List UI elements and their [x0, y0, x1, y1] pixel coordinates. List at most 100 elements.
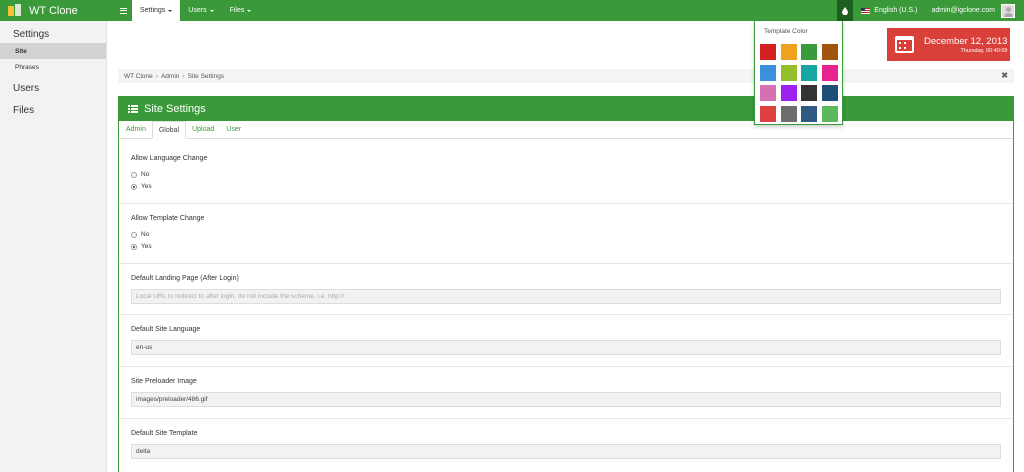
template-color-button[interactable]	[837, 0, 854, 21]
radio-label: Yes	[141, 183, 152, 190]
sidebar-section-files[interactable]: Files	[0, 97, 106, 119]
nav-users-label: Users	[188, 7, 207, 14]
sidebar-section-users[interactable]: Users	[0, 75, 106, 97]
current-date: December 12, 2013	[924, 35, 1008, 47]
radio-option-no[interactable]: No	[131, 171, 1001, 178]
field-label: Allow Template Change	[131, 215, 205, 222]
tab-global[interactable]: Global	[151, 121, 187, 139]
color-swatch[interactable]	[801, 64, 817, 81]
app-logo-icon	[8, 4, 22, 17]
close-icon[interactable]: ✖	[1001, 71, 1008, 80]
field-label: Allow Language Change	[131, 155, 208, 162]
radio-button[interactable]	[131, 183, 137, 190]
breadcrumb: WT Clone › Admin › Site Settings ✖	[118, 69, 1014, 83]
color-swatch[interactable]	[780, 105, 797, 122]
caret-down-icon	[247, 9, 252, 12]
color-swatch[interactable]	[760, 105, 776, 122]
color-swatch[interactable]	[821, 85, 838, 101]
radio-option-yes[interactable]: Yes	[131, 243, 1001, 250]
sidebar-item-phrases[interactable]: Phrases	[0, 59, 106, 75]
radio-button[interactable]	[131, 171, 137, 178]
language-label: English (U.S.)	[874, 7, 918, 14]
nav-files[interactable]: Files	[222, 0, 260, 21]
radio-label: No	[141, 231, 150, 238]
color-swatch[interactable]	[821, 44, 838, 60]
radio-label: Yes	[141, 243, 152, 250]
app-name: WT Clone	[29, 4, 78, 17]
allow-language-field: Allow Language Change No Yes	[119, 139, 1013, 204]
radio-button[interactable]	[131, 243, 137, 250]
allow-template-field: Allow Template Change No Yes	[119, 204, 1013, 264]
tab-admin[interactable]: Admin	[120, 121, 152, 138]
color-swatch[interactable]	[760, 64, 776, 81]
color-swatch[interactable]	[780, 44, 797, 60]
settings-tabs: Admin Global Upload User	[119, 121, 1013, 139]
radio-option-yes[interactable]: Yes	[131, 183, 1001, 190]
color-swatch[interactable]	[801, 105, 817, 122]
panel-header: Site Settings	[119, 97, 1013, 121]
template-color-dropdown: Template Color	[754, 21, 843, 125]
top-navbar: WT Clone Settings Users Files English (U…	[0, 0, 1024, 21]
color-swatch[interactable]	[760, 85, 776, 101]
avatar[interactable]	[1001, 3, 1015, 18]
language-selector[interactable]: English (U.S.)	[861, 7, 917, 14]
breadcrumb-separator: ›	[182, 72, 185, 80]
menu-toggle-button[interactable]	[114, 0, 132, 21]
site-language-field: Default Site Language en-us	[119, 315, 1013, 367]
color-swatch[interactable]	[821, 64, 838, 81]
nav-settings[interactable]: Settings	[132, 0, 181, 21]
radio-label: No	[141, 171, 150, 178]
tab-user[interactable]: User	[220, 121, 247, 138]
nav-files-label: Files	[229, 7, 245, 14]
breadcrumb-item-current: Site Settings	[187, 72, 225, 80]
preloader-field: Site Preloader Image images/preloader/48…	[119, 367, 1013, 419]
breadcrumb-item-home[interactable]: WT Clone	[124, 73, 153, 80]
breadcrumb-item-admin[interactable]: Admin	[161, 73, 179, 80]
caret-down-icon	[168, 9, 173, 12]
navbar-right: English (U.S.) admin@igclone.com	[837, 0, 1024, 21]
panel-title: Site Settings	[144, 103, 206, 115]
color-swatch[interactable]	[801, 85, 817, 101]
current-time: Thursday, 00:40:09	[960, 47, 1008, 54]
brand[interactable]: WT Clone	[8, 0, 78, 21]
droplet-icon	[842, 6, 849, 15]
sidebar-item-label: Phrases	[15, 63, 39, 71]
site-language-input[interactable]: en-us	[131, 340, 1001, 355]
color-swatch[interactable]	[760, 44, 776, 60]
radio-button[interactable]	[131, 231, 137, 238]
calendar-icon	[895, 36, 914, 53]
date-widget: December 12, 2013 Thursday, 00:40:09	[887, 28, 1010, 61]
site-template-field: Default Site Template delta	[119, 419, 1013, 471]
color-swatch-grid	[760, 44, 838, 122]
nav-settings-label: Settings	[140, 7, 166, 14]
site-settings-panel: Site Settings Admin Global Upload User A…	[118, 96, 1014, 472]
field-label: Site Preloader Image	[131, 378, 197, 385]
caret-down-icon	[209, 9, 214, 12]
sidebar-item-site[interactable]: Site	[0, 43, 106, 59]
field-label: Default Site Template	[131, 430, 198, 437]
landing-page-field: Default Landing Page (After Login) Local…	[119, 264, 1013, 315]
date-text: December 12, 2013 Thursday, 00:40:09	[924, 36, 1007, 54]
sidebar: Settings Site Phrases Users Files	[0, 21, 107, 472]
user-menu[interactable]: admin@igclone.com	[931, 7, 995, 14]
main-nav: Settings Users Files	[114, 0, 259, 21]
hamburger-icon	[119, 7, 127, 14]
us-flag-icon	[861, 7, 871, 14]
dropdown-title: Template Color	[764, 28, 808, 35]
breadcrumb-separator: ›	[155, 72, 158, 80]
color-swatch[interactable]	[780, 64, 797, 81]
radio-option-no[interactable]: No	[131, 231, 1001, 238]
tab-upload[interactable]: Upload	[186, 121, 220, 138]
nav-users[interactable]: Users	[180, 0, 221, 21]
field-label: Default Landing Page (After Login)	[131, 275, 239, 282]
sidebar-section-settings[interactable]: Settings	[0, 21, 106, 43]
preloader-input[interactable]: images/preloader/486.gif	[131, 392, 1001, 407]
sidebar-item-label: Site	[15, 47, 27, 55]
field-label: Default Site Language	[131, 326, 201, 333]
color-swatch[interactable]	[821, 105, 838, 122]
site-template-input[interactable]: delta	[131, 444, 1001, 459]
landing-page-input[interactable]: Local URL to redirect to after login, do…	[131, 289, 1001, 304]
color-swatch[interactable]	[801, 44, 817, 60]
list-icon	[128, 105, 138, 113]
color-swatch[interactable]	[780, 85, 797, 101]
